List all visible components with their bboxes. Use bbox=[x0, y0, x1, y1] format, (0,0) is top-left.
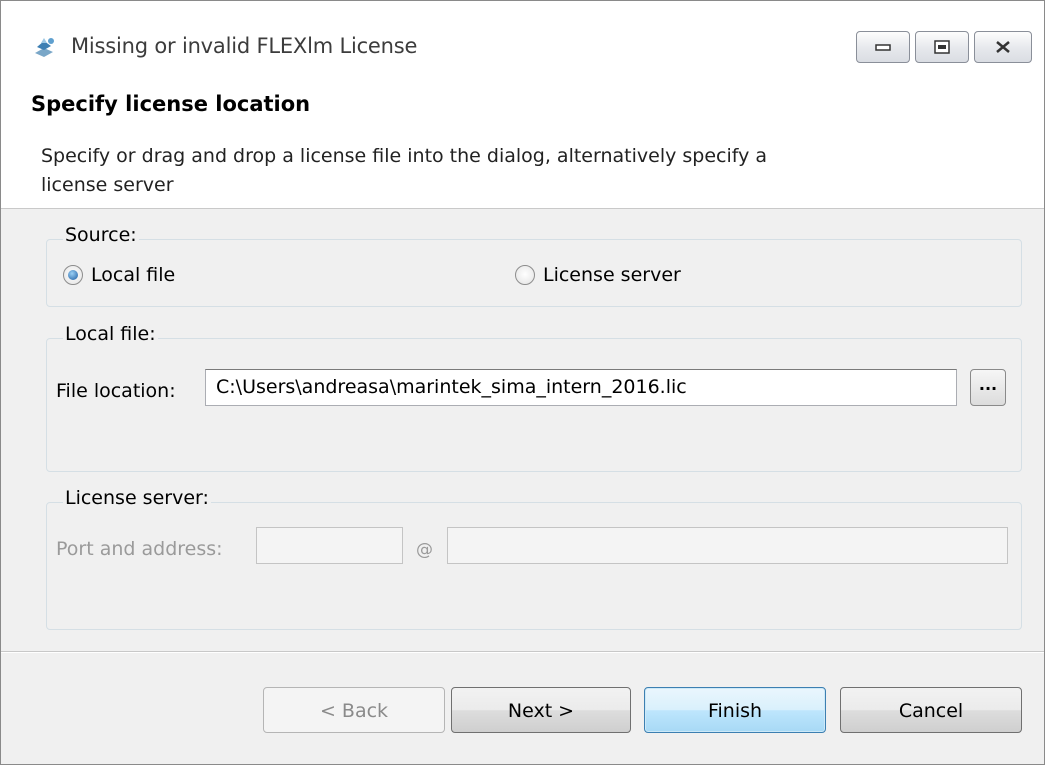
file-location-input[interactable]: C:\Users\andreasa\marintek_sima_intern_2… bbox=[205, 369, 957, 406]
license-server-radio-indicator[interactable] bbox=[515, 265, 535, 285]
at-sign: @ bbox=[416, 540, 433, 560]
source-group-label: Source: bbox=[63, 224, 139, 246]
license-server-radio-label: License server bbox=[543, 264, 681, 286]
page-description: Specify or drag and drop a license file … bbox=[41, 145, 768, 196]
local-file-group-label: Local file: bbox=[63, 323, 158, 345]
close-button[interactable] bbox=[974, 31, 1032, 63]
address-input[interactable] bbox=[447, 527, 1008, 564]
license-server-group: License server: Port and address: @ bbox=[46, 487, 1022, 630]
wizard-dialog: Missing or invalid FLEXlm License Specif… bbox=[0, 0, 1045, 765]
page-title: Specify license location bbox=[31, 92, 311, 116]
footer-separator bbox=[1, 651, 1044, 653]
caption-buttons bbox=[856, 31, 1032, 63]
browse-button[interactable]: ... bbox=[970, 369, 1006, 406]
window-title: Missing or invalid FLEXlm License bbox=[71, 34, 418, 58]
finish-button[interactable]: Finish bbox=[644, 687, 826, 733]
close-icon bbox=[996, 41, 1010, 53]
local-file-radio-indicator[interactable] bbox=[63, 265, 83, 285]
local-file-group: Local file: File location: C:\Users\andr… bbox=[46, 323, 1022, 472]
file-location-label: File location: bbox=[56, 380, 176, 402]
maximize-icon bbox=[934, 40, 950, 54]
minimize-icon bbox=[875, 44, 891, 51]
port-input[interactable] bbox=[256, 527, 403, 564]
license-server-radio[interactable]: License server bbox=[515, 264, 681, 286]
port-address-label: Port and address: bbox=[56, 538, 223, 560]
next-button[interactable]: Next > bbox=[451, 687, 631, 733]
wizard-header: Specify license location Specify or drag… bbox=[1, 79, 1044, 209]
source-group: Source: Local file License server bbox=[46, 224, 1022, 307]
cancel-button[interactable]: Cancel bbox=[840, 687, 1022, 733]
maximize-button[interactable] bbox=[915, 31, 969, 63]
back-button[interactable]: < Back bbox=[263, 687, 445, 733]
minimize-button[interactable] bbox=[856, 31, 910, 63]
app-icon bbox=[35, 38, 54, 57]
local-file-radio-label: Local file bbox=[91, 264, 176, 286]
local-file-radio[interactable]: Local file bbox=[63, 264, 175, 286]
license-server-group-label: License server: bbox=[63, 487, 211, 509]
title-bar: Missing or invalid FLEXlm License bbox=[1, 1, 1044, 79]
